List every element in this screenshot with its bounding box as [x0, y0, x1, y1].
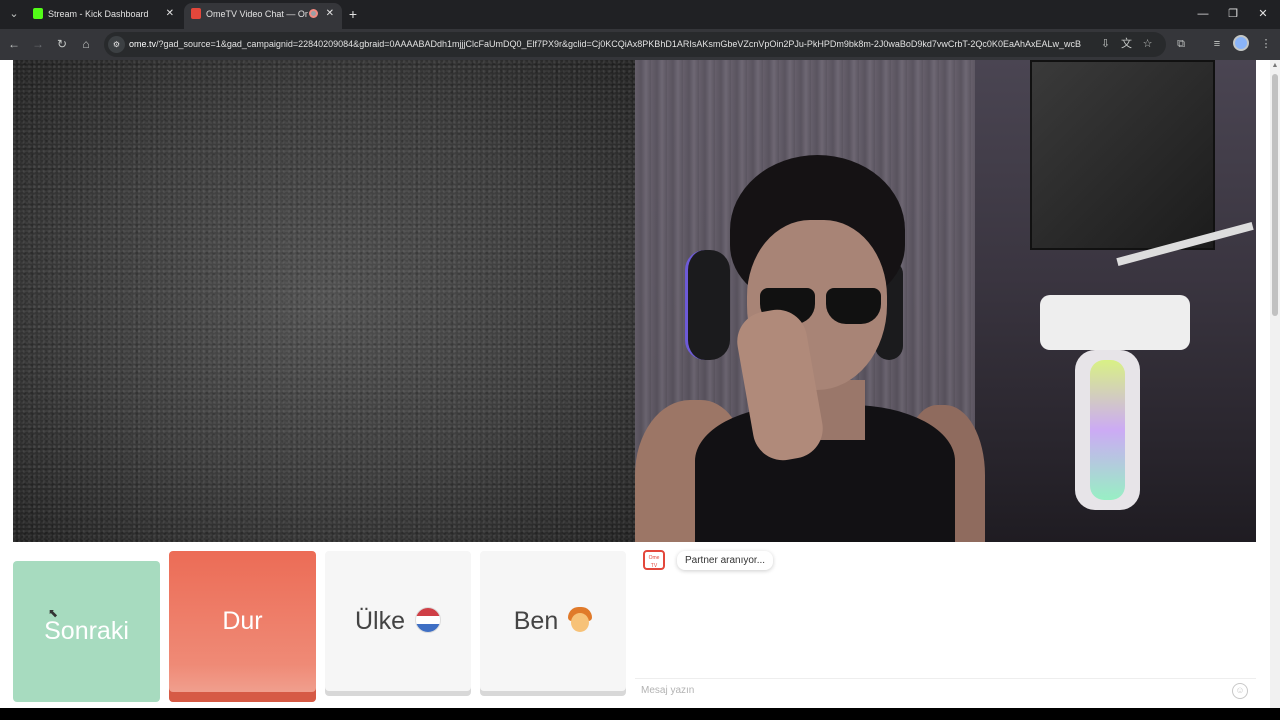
profile-avatar[interactable]	[1233, 35, 1249, 51]
tab-ometv[interactable]: OmeTV Video Chat — Ome ✕	[184, 3, 342, 29]
next-button-label: Sonraki	[44, 617, 129, 645]
netherlands-flag-icon	[415, 607, 441, 634]
close-tab-icon[interactable]: ✕	[326, 3, 334, 25]
chat-panel: Ome TV Partner aranıyor... ☺	[635, 542, 1256, 708]
page-scrollbar[interactable]: ▲	[1270, 60, 1280, 708]
close-window-icon[interactable]: ✕	[1248, 5, 1278, 23]
forward-icon[interactable]: →	[29, 35, 47, 53]
url-host: ome.tv	[129, 39, 157, 49]
microphone-light	[1090, 360, 1125, 500]
next-button[interactable]: Sonraki	[13, 561, 160, 702]
back-icon[interactable]: ←	[5, 35, 23, 53]
minimize-icon[interactable]: —	[1188, 5, 1218, 23]
ometv-logo-icon: Ome TV	[643, 550, 665, 570]
recording-indicator-icon	[309, 9, 318, 18]
tab-kick-dashboard[interactable]: Stream - Kick Dashboard ✕	[26, 3, 182, 29]
close-tab-icon[interactable]: ✕	[166, 3, 174, 25]
scroll-thumb[interactable]	[1272, 74, 1278, 316]
self-camera-video	[635, 60, 1256, 542]
browser-toolbar: ← → ↻ ⌂ ⚙ ome.tv/?gad_source=1&gad_campa…	[0, 29, 1280, 60]
tab-search-icon[interactable]: ⌄	[4, 5, 24, 23]
emoji-picker-icon[interactable]: ☺	[1232, 683, 1248, 699]
site-info-icon[interactable]: ⚙	[108, 36, 125, 53]
kick-favicon-icon	[33, 8, 43, 19]
new-tab-icon[interactable]: +	[346, 4, 360, 24]
ometv-favicon-icon	[191, 8, 201, 19]
country-button-label: Ülke	[354, 607, 405, 635]
country-button[interactable]: Ülke	[325, 551, 471, 691]
tab-strip: ⌄ Stream - Kick Dashboard ✕ OmeTV Video …	[0, 0, 1280, 29]
boy-emoji-icon	[568, 607, 593, 633]
translate-icon[interactable]: 文	[1118, 36, 1135, 53]
extensions-icon[interactable]: ⧉	[1172, 35, 1190, 53]
bookmark-star-icon[interactable]: ☆	[1139, 36, 1156, 53]
headphone	[685, 250, 730, 360]
install-app-icon[interactable]: ⇩	[1097, 36, 1114, 53]
home-icon[interactable]: ⌂	[77, 35, 95, 53]
bottom-edge	[0, 708, 1280, 720]
chat-input-bar: ☺	[635, 678, 1256, 700]
scroll-up-icon[interactable]: ▲	[1270, 62, 1280, 70]
stop-button-label: Dur	[222, 607, 263, 635]
background-poster	[1030, 60, 1215, 250]
reload-icon[interactable]: ↻	[53, 35, 71, 53]
media-controls-icon[interactable]: ≡	[1208, 35, 1226, 53]
system-message: Partner aranıyor...	[677, 551, 774, 570]
url-text[interactable]: ome.tv/?gad_source=1&gad_campaignid=2284…	[129, 32, 1085, 57]
tab-title: OmeTV Video Chat — Ome	[206, 9, 308, 19]
static-noise	[13, 60, 635, 542]
partner-video	[13, 60, 635, 542]
stop-button[interactable]: Dur	[169, 551, 316, 702]
url-path: /?gad_source=1&gad_campaignid=2284020908…	[156, 39, 1081, 49]
message-input[interactable]	[641, 681, 1221, 699]
gender-button-label: Ben	[513, 607, 559, 635]
gender-button[interactable]: Ben	[480, 551, 626, 691]
mouse-cursor-icon: ⬉	[48, 606, 59, 620]
menu-kebab-icon[interactable]: ⋮	[1257, 35, 1275, 53]
address-bar[interactable]: ⚙ ome.tv/?gad_source=1&gad_campaignid=22…	[104, 32, 1166, 57]
tab-title: Stream - Kick Dashboard	[48, 9, 149, 19]
maximize-icon[interactable]: ❐	[1218, 5, 1248, 23]
mic-mount	[1040, 295, 1190, 350]
